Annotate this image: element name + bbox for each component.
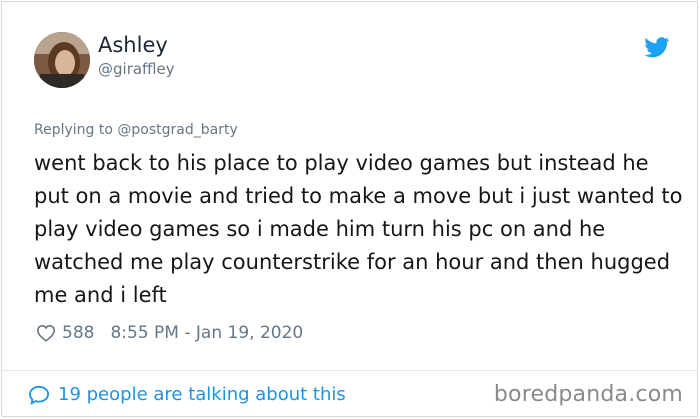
tweet-meta: 588 8:55 PM - Jan 19, 2020 (36, 321, 303, 345)
timestamp[interactable]: 8:55 PM - Jan 19, 2020 (110, 323, 303, 343)
watermark: boredpanda.com (493, 382, 683, 407)
conversation-link[interactable]: 19 people are talking about this (28, 384, 346, 405)
heart-icon[interactable] (36, 324, 56, 342)
author-name[interactable]: Ashley (98, 33, 168, 57)
tweet-text: went back to his place to play video gam… (34, 151, 683, 307)
author-handle[interactable]: @giraffley (98, 60, 175, 78)
replying-to: Replying to @postgrad_barty (34, 122, 238, 138)
twitter-bird-icon[interactable] (644, 37, 670, 58)
reply-target-link[interactable]: @postgrad_barty (117, 122, 237, 138)
conversation-label[interactable]: 19 people are talking about this (58, 384, 346, 405)
divider (2, 370, 697, 371)
avatar-image (34, 32, 90, 88)
like-count[interactable]: 588 (62, 323, 94, 343)
tweet-card: Ashley @giraffley Replying to @postgrad_… (1, 1, 698, 417)
speech-bubble-icon (28, 385, 50, 405)
avatar[interactable] (34, 32, 90, 88)
replying-prefix: Replying to (34, 122, 113, 138)
